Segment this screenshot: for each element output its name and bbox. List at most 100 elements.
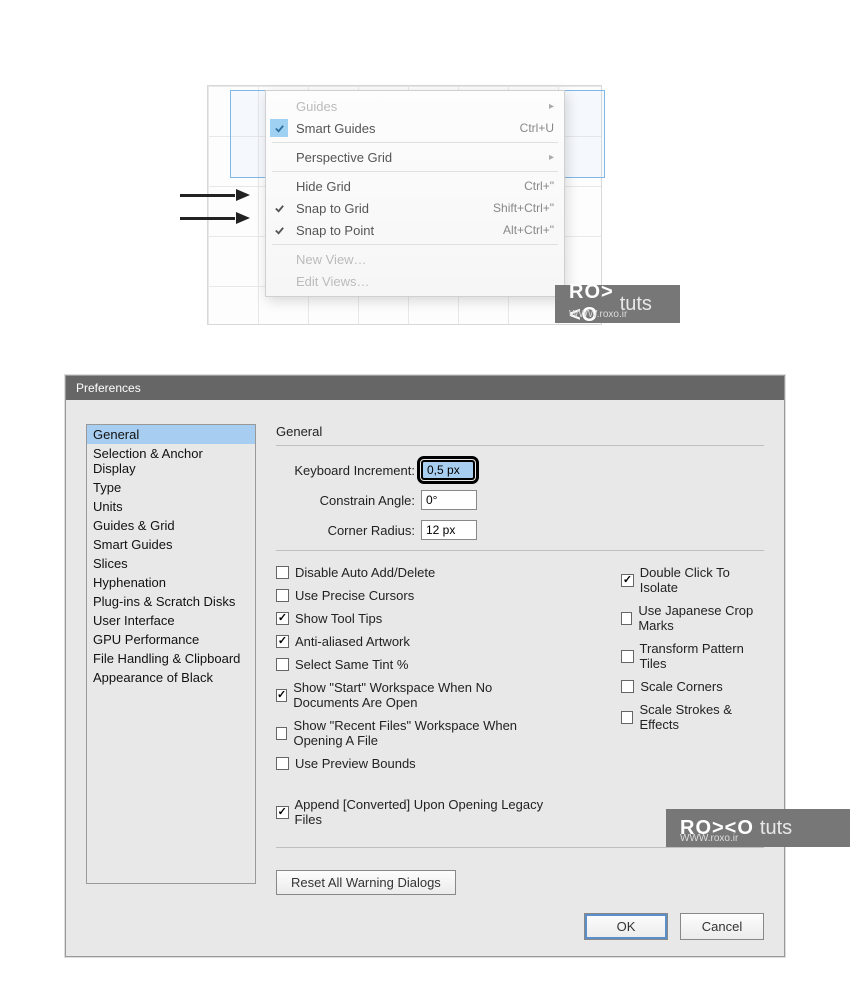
section-item[interactable]: GPU Performance [87,630,255,649]
brand-url: WWW.roxo.ir [569,309,627,320]
checkbox-option[interactable]: Show "Recent Files" Workspace When Openi… [276,718,561,748]
checkbox-icon [276,635,289,648]
submenu-indicator-icon: ▸ [549,101,554,112]
checkbox-label: Transform Pattern Tiles [640,641,764,671]
menu-item-label: New View… [296,252,554,267]
checkbox-label: Double Click To Isolate [640,565,764,595]
checkbox-icon [276,727,287,740]
menu-perspective-grid[interactable]: Perspective Grid ▸ [266,146,564,168]
section-item[interactable]: General [87,425,255,444]
checkbox-label: Show "Recent Files" Workspace When Openi… [293,718,561,748]
menu-separator [272,171,558,172]
checkbox-icon [621,680,634,693]
hotkey-label: Alt+Ctrl+" [503,223,554,237]
checkbox-option[interactable]: Double Click To Isolate [621,565,764,595]
menu-item-label: Edit Views… [296,274,554,289]
checkbox-icon [621,650,633,663]
checkbox-option[interactable]: Transform Pattern Tiles [621,641,764,671]
checkbox-area: Disable Auto Add/Delete Use Precise Curso… [276,565,764,827]
checkbox-icon [276,806,289,819]
brand-suffix: tuts [760,817,792,840]
submenu-indicator-icon: ▸ [549,152,554,163]
ok-button[interactable]: OK [584,913,668,940]
checkbox-option[interactable]: Use Precise Cursors [276,588,561,603]
checkbox-option[interactable]: Disable Auto Add/Delete [276,565,561,580]
checkbox-label: Show "Start" Workspace When No Documents… [293,680,561,710]
menu-smart-guides[interactable]: Smart Guides Ctrl+U [266,117,564,139]
checkbox-label: Scale Corners [640,679,722,694]
divider [276,847,764,848]
checkbox-label: Scale Strokes & Effects [639,702,764,732]
section-item[interactable]: Hyphenation [87,573,255,592]
checkbox-label: Use Precise Cursors [295,588,414,603]
field-label: Constrain Angle: [276,493,421,508]
menu-item-label: Perspective Grid [296,150,549,165]
hotkey-label: Ctrl+U [520,121,554,135]
section-item[interactable]: Slices [87,554,255,573]
checkbox-icon [621,711,633,724]
menu-new-view[interactable]: New View… [266,248,564,270]
section-item[interactable]: Appearance of Black [87,668,255,687]
menu-separator [272,142,558,143]
watermark: RO><O tuts WWW.roxo.ir [555,285,680,323]
dialog-footer: OK Cancel [66,913,784,956]
checkbox-icon [276,566,289,579]
section-item[interactable]: Selection & Anchor Display [87,444,255,478]
constrain-angle-row: Constrain Angle: [276,490,764,510]
checkbox-label: Disable Auto Add/Delete [295,565,435,580]
checkbox-option[interactable]: Anti-aliased Artwork [276,634,561,649]
constrain-angle-input[interactable] [421,490,477,510]
section-item[interactable]: Units [87,497,255,516]
menu-snap-to-point[interactable]: Snap to Point Alt+Ctrl+" [266,219,564,241]
menu-item-label: Snap to Point [296,223,503,238]
checkbox-option[interactable]: Show "Start" Workspace When No Documents… [276,680,561,710]
menu-item-label: Smart Guides [296,121,520,136]
hotkey-label: Shift+Ctrl+" [493,201,554,215]
menu-item-label: Hide Grid [296,179,524,194]
checkbox-option[interactable]: Use Japanese Crop Marks [621,603,764,633]
menu-edit-views[interactable]: Edit Views… [266,270,564,292]
keyboard-increment-input[interactable] [421,460,475,480]
check-icon [270,199,288,217]
corner-radius-input[interactable] [421,520,477,540]
section-item[interactable]: Guides & Grid [87,516,255,535]
checkbox-icon [276,757,289,770]
view-menu: Guides ▸ Smart Guides Ctrl+U Perspective… [265,90,565,297]
check-icon [270,221,288,239]
section-item[interactable]: Type [87,478,255,497]
annotation-arrow-icon [180,213,250,223]
brand-url: WWW.roxo.ir [680,833,738,844]
checkbox-icon [276,612,289,625]
section-item[interactable]: Plug-ins & Scratch Disks [87,592,255,611]
section-item[interactable]: Smart Guides [87,535,255,554]
preferences-section-list[interactable]: GeneralSelection & Anchor DisplayTypeUni… [86,424,256,884]
section-item[interactable]: User Interface [87,611,255,630]
checkbox-icon [621,612,632,625]
check-icon [270,119,288,137]
menu-guides[interactable]: Guides ▸ [266,95,564,117]
checkbox-option[interactable]: Scale Strokes & Effects [621,702,764,732]
checkbox-option[interactable]: Use Preview Bounds [276,756,561,771]
keyboard-increment-row: Keyboard Increment: [276,460,764,480]
checkbox-option[interactable]: Scale Corners [621,679,764,694]
dialog-title: Preferences [66,376,784,400]
checkbox-option[interactable]: Select Same Tint % [276,657,561,672]
checkbox-option[interactable]: Append [Converted] Upon Opening Legacy F… [276,797,561,827]
checkbox-icon [276,689,287,702]
checkbox-label: Append [Converted] Upon Opening Legacy F… [295,797,562,827]
menu-hide-grid[interactable]: Hide Grid Ctrl+" [266,175,564,197]
panel-heading: General [276,424,764,439]
checkbox-label: Use Preview Bounds [295,756,416,771]
cancel-button[interactable]: Cancel [680,913,764,940]
menu-guides-label: Guides [296,99,549,114]
annotation-arrow-icon [180,190,250,200]
divider [276,550,764,551]
menu-snap-to-grid[interactable]: Snap to Grid Shift+Ctrl+" [266,197,564,219]
corner-radius-row: Corner Radius: [276,520,764,540]
section-item[interactable]: File Handling & Clipboard [87,649,255,668]
checkbox-option[interactable]: Show Tool Tips [276,611,561,626]
checkbox-icon [276,658,289,671]
preferences-dialog: Preferences GeneralSelection & Anchor Di… [65,375,785,957]
reset-warnings-button[interactable]: Reset All Warning Dialogs [276,870,456,895]
preferences-panel: General Keyboard Increment: Constrain An… [276,424,764,895]
